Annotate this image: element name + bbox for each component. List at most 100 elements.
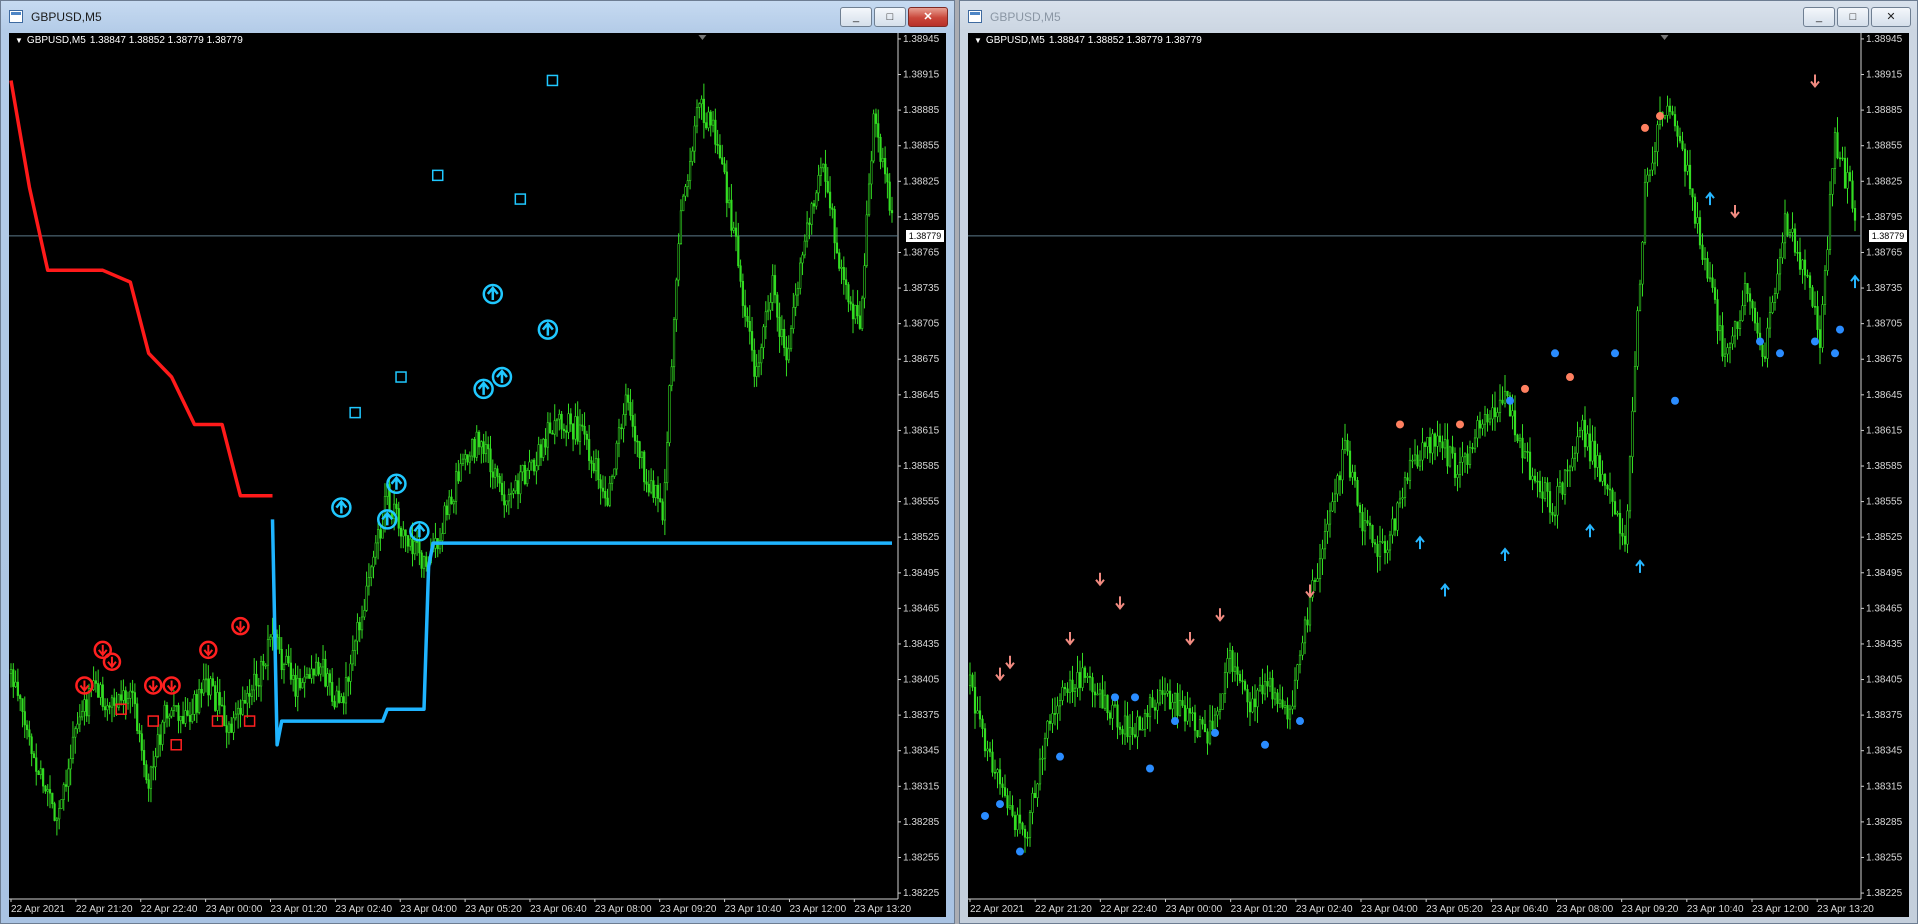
candle-body: [227, 723, 231, 733]
dropdown-triangle-icon[interactable]: ▼: [15, 36, 23, 45]
swing-low-dot: [1211, 728, 1219, 737]
candle-body: [986, 748, 989, 752]
candle-body: [668, 385, 671, 443]
candle-body: [1293, 679, 1297, 707]
candle-body: [1368, 522, 1372, 526]
candle-body: [409, 538, 412, 547]
candle-body: [1701, 244, 1704, 260]
x-tick-label: 22 Apr 22:40: [1100, 904, 1157, 915]
window-titlebar[interactable]: GBPUSD,M5 _ □ ✕: [960, 1, 1917, 33]
swing-low-dot: [1611, 349, 1619, 358]
candle-body: [422, 556, 426, 569]
candle-body: [1418, 459, 1422, 467]
minimize-button[interactable]: _: [1803, 7, 1835, 27]
candle-body: [1648, 169, 1652, 176]
window-titlebar[interactable]: GBPUSD,M5 _ □ ✕: [1, 1, 954, 33]
candle-body: [737, 236, 740, 267]
candle-body: [120, 694, 123, 701]
candle-body: [9, 669, 13, 674]
candle-body: [404, 529, 407, 536]
x-tick-label: 23 Apr 08:00: [1556, 904, 1613, 915]
candle-body: [198, 688, 201, 713]
candle-body: [1466, 453, 1469, 465]
candle-body: [147, 779, 150, 789]
candle-body: [142, 750, 146, 765]
price-chart[interactable]: ▼ GBPUSD,M5 1.38847 1.38852 1.38779 1.38…: [9, 33, 946, 917]
candle-body: [326, 673, 329, 687]
y-tick-label: 1.38705: [1866, 319, 1903, 330]
chart-window-left[interactable]: GBPUSD,M5 _ □ ✕ ▼ GBPUSD,M5 1.38847 1.38…: [0, 0, 955, 924]
candle-body: [831, 207, 834, 210]
candle-body: [35, 757, 38, 772]
y-tick-label: 1.38675: [903, 354, 940, 365]
candle-body: [269, 636, 272, 640]
candle-body: [113, 697, 116, 706]
swing-low-dot: [1111, 693, 1119, 702]
dropdown-triangle-icon[interactable]: ▼: [974, 36, 982, 45]
candle-body: [1641, 242, 1644, 285]
close-button[interactable]: ✕: [1871, 7, 1911, 27]
candle-body: [39, 768, 42, 776]
candle-body: [615, 442, 618, 470]
candle-body: [1413, 454, 1417, 461]
buy-signal-square: [349, 406, 361, 419]
y-tick-label: 1.38855: [903, 141, 940, 152]
candle-body: [372, 556, 375, 568]
candle-body: [1006, 795, 1009, 809]
candle-body: [1836, 132, 1839, 159]
candle-body: [1833, 132, 1837, 169]
candle-body: [195, 694, 198, 713]
chart-symbol: GBPUSD,M5: [985, 35, 1045, 46]
candle-body: [1496, 412, 1499, 418]
candle-body: [1448, 446, 1452, 467]
candle-body: [1688, 164, 1692, 189]
candle-body: [216, 692, 219, 711]
candle-body: [1206, 731, 1209, 744]
candle-body: [496, 468, 499, 477]
candle-body: [480, 441, 483, 448]
candle-body: [1351, 471, 1354, 478]
minimize-button[interactable]: _: [840, 7, 872, 27]
candle-body: [872, 113, 875, 162]
swing-low-dot: [1671, 396, 1679, 405]
candle-body: [493, 468, 497, 478]
candle-body: [1023, 828, 1027, 838]
candle-body: [1018, 814, 1022, 824]
sell-signal-square: [147, 715, 159, 727]
close-button[interactable]: ✕: [908, 7, 948, 27]
candle-body: [1163, 693, 1167, 695]
candle-body: [1558, 482, 1562, 487]
candle-body: [259, 660, 263, 687]
up-arrow-icon: [1585, 523, 1595, 538]
candle-body: [1573, 452, 1577, 459]
candle-body: [592, 463, 595, 472]
y-tick-label: 1.38645: [903, 390, 940, 401]
candle-body: [884, 158, 887, 175]
chart-window-right[interactable]: GBPUSD,M5 _ □ ✕ ▼ GBPUSD,M5 1.38847 1.38…: [959, 0, 1918, 924]
down-arrow-icon: [203, 644, 214, 657]
maximize-button[interactable]: □: [874, 7, 906, 27]
candle-body: [840, 267, 843, 269]
x-tick-label: 22 Apr 2021: [11, 904, 65, 915]
candle-body: [484, 444, 488, 455]
candle-body: [441, 533, 444, 541]
candle-body: [1088, 675, 1092, 678]
y-tick-label: 1.38375: [903, 710, 940, 721]
maximize-button[interactable]: □: [1837, 7, 1869, 27]
candle-body: [1571, 457, 1574, 468]
candle-body: [822, 163, 825, 169]
candle-body: [1288, 708, 1292, 720]
candle-body: [1666, 105, 1669, 116]
candle-body: [553, 420, 556, 435]
sell-signal-square: [243, 715, 256, 727]
down-arrow-icon: [148, 680, 159, 693]
y-tick-label: 1.38885: [1866, 105, 1903, 116]
candle-body: [578, 424, 582, 442]
candle-body: [1786, 213, 1789, 236]
candle-body: [588, 439, 591, 461]
candle-body: [1566, 469, 1569, 472]
candle-body: [1591, 440, 1594, 462]
candle-body: [482, 441, 485, 455]
price-chart[interactable]: ▼ GBPUSD,M5 1.38847 1.38852 1.38779 1.38…: [968, 33, 1909, 917]
candle-body: [122, 690, 125, 701]
